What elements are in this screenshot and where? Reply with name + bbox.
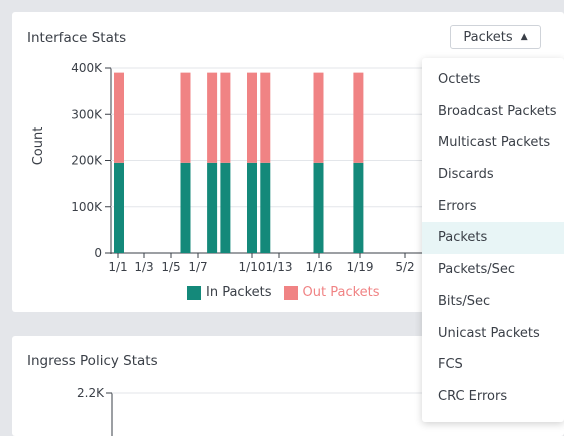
x-tick-label: 1/7 [188,260,207,274]
bar-out-packets[interactable] [207,72,218,163]
dropdown-item-unicast-packets[interactable]: Unicast Packets [422,318,564,350]
legend-label-out: Out Packets [302,285,380,300]
x-tick-label: 1/13 [266,260,293,274]
bar-out-packets[interactable] [220,72,231,163]
bar-in-packets[interactable] [353,162,364,253]
dropdown-item-bits-sec[interactable]: Bits/Sec [422,286,564,318]
y-tick-label: 300K [71,107,103,121]
chart-legend: In Packets Out Packets [187,285,380,300]
dropdown-item-fcs[interactable]: FCS [422,349,564,381]
bar-in-packets[interactable] [180,162,191,253]
legend-label-in: In Packets [206,285,272,300]
x-tick-label: 1/3 [134,260,153,274]
bar-out-packets[interactable] [313,72,324,163]
bar-in-packets[interactable] [220,162,231,253]
x-tick-label: 1/10 [239,260,266,274]
legend-item-in-packets[interactable]: In Packets [187,285,272,300]
bar-out-packets[interactable] [353,72,364,163]
y-tick-label: 200K [71,154,103,168]
x-ticks: 1/11/31/51/71/101/131/161/195/25 [108,253,429,274]
bar-in-packets[interactable] [313,162,324,253]
bar-in-packets[interactable] [207,162,218,253]
dropdown-item-packets-sec[interactable]: Packets/Sec [422,254,564,286]
y-tick-label: 0 [94,246,102,260]
x-tick-label: 1/19 [347,260,374,274]
y-tick-label: 100K [71,200,103,214]
metric-dropdown-menu: Octets Broadcast Packets Multicast Packets… [422,58,564,422]
x-tick-label: 5/2 [395,260,414,274]
bar-out-packets[interactable] [180,72,191,163]
dropdown-item-packets[interactable]: Packets [422,222,564,255]
dropdown-item-crc-errors[interactable]: CRC Errors [422,381,564,413]
bar-out-packets[interactable] [247,72,257,163]
y-axis-label: Count [31,127,46,166]
bar-out-packets[interactable] [114,72,124,163]
dropdown-item-errors[interactable]: Errors [422,191,564,223]
x-tick-label: 1/16 [306,260,333,274]
bar-in-packets[interactable] [260,162,271,253]
dropdown-item-discards[interactable]: Discards [422,159,564,191]
legend-swatch-out [283,285,298,300]
bar-in-packets[interactable] [114,162,124,253]
dropdown-item-multicast-packets[interactable]: Multicast Packets [422,127,564,159]
dropdown-item-broadcast-packets[interactable]: Broadcast Packets [422,96,564,128]
x-tick-label: 1/1 [108,260,127,274]
bar-out-packets[interactable] [260,72,271,163]
metric-dropdown-list: Octets Broadcast Packets Multicast Packets… [422,58,564,413]
ingress-y-tick-top: 2.2K [77,386,105,400]
x-tick-label: 1/5 [161,260,180,274]
dropdown-item-octets[interactable]: Octets [422,64,564,96]
bar-in-packets[interactable] [247,162,257,253]
legend-swatch-in [187,285,201,300]
bars [114,72,364,253]
y-tick-label: 400K [71,61,103,75]
legend-item-out-packets[interactable]: Out Packets [283,285,380,300]
